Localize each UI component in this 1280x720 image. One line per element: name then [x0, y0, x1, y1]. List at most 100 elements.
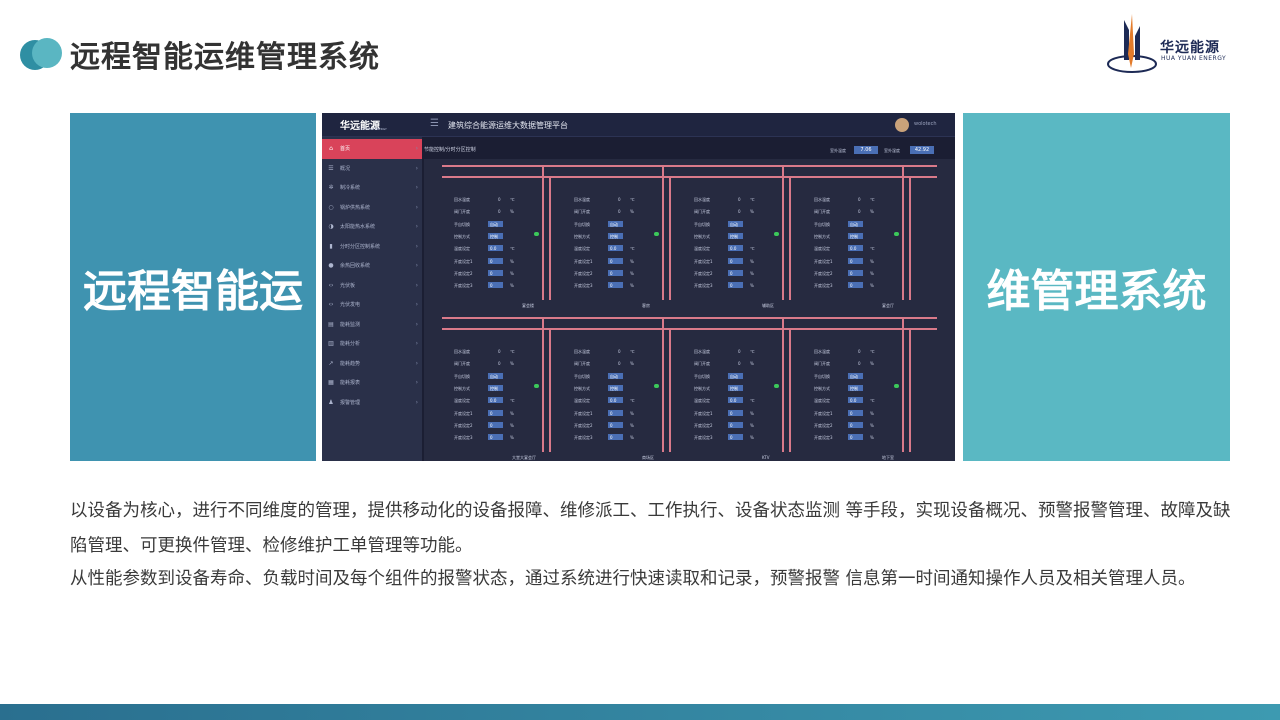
breadcrumb: 节能控制/分时分区控制 [424, 147, 476, 153]
sidebar-item[interactable]: ● 余热回收系统 › [322, 256, 422, 276]
indicator-value: 42.92 [910, 146, 934, 154]
chevron-right-icon: › [415, 281, 418, 289]
avatar[interactable] [895, 118, 909, 132]
sidebar-item[interactable]: ✲ 制冷系统 › [322, 178, 422, 198]
parameter-value: 0 [498, 361, 501, 367]
parameter-unit: ℃ [750, 349, 755, 354]
sidebar-item[interactable]: ☰ 概况 › [322, 159, 422, 179]
parameter-unit: ℃ [750, 197, 755, 202]
platform-brand-sub: HUA YUAN ENERGY [358, 127, 387, 131]
chevron-right-icon: › [415, 301, 418, 309]
sidebar-item[interactable]: ○ 锅炉供热系统 › [322, 198, 422, 218]
parameter-label: 开度设定1 [574, 258, 593, 264]
parameter-value: 自动 [730, 221, 738, 227]
sidebar-item[interactable]: ▥ 能耗分析 › [322, 334, 422, 354]
valve-icon [654, 232, 659, 236]
parameter-unit: % [750, 209, 754, 215]
parameter-label: 开度设定2 [574, 270, 593, 276]
zone-label: 商场区 [642, 455, 654, 460]
parameter-value: 自动 [850, 373, 858, 379]
left-panel-text: 远程智能运 [83, 266, 303, 317]
parameter-label: 阀门开度 [454, 361, 470, 367]
indicator-value: 7.06 [854, 146, 878, 154]
parameter-value: 0 [490, 435, 493, 441]
parameter-label: 开度设定1 [814, 410, 833, 416]
branch-pipe [669, 176, 671, 300]
parameter-label: 阀门开度 [694, 361, 710, 367]
book-icon: ▤ [328, 320, 334, 328]
sidebar-item[interactable]: ♟ 报警管理 › [322, 393, 422, 413]
parameter-unit: ℃ [630, 349, 635, 354]
branch-pipe [909, 176, 911, 300]
parameter-unit: % [750, 422, 754, 428]
parameter-label: 开度设定2 [574, 422, 593, 428]
parameter-value: 0.0 [730, 398, 737, 404]
gear-icon: ✲ [328, 184, 334, 192]
parameter-value: 0 [730, 410, 733, 416]
parameter-unit: ℃ [750, 246, 755, 252]
parameter-unit: % [510, 435, 514, 441]
hamburger-icon[interactable]: ☰ [430, 118, 439, 129]
parameter-label: 开度设定2 [454, 422, 473, 428]
parameter-value: 控制 [850, 233, 858, 239]
parameter-label: 开度设定3 [454, 283, 473, 289]
parameter-value: 0 [610, 422, 613, 428]
sidebar-item[interactable]: ▤ 能耗监测 › [322, 315, 422, 335]
parameter-value: 0 [858, 361, 861, 367]
parameter-value: 0.0 [610, 398, 617, 404]
username[interactable]: wolotech [914, 121, 937, 127]
sidebar-item[interactable]: ◑ 太阳能热水系统 › [322, 217, 422, 237]
sidebar-item[interactable]: ‹› 光伏发电 › [322, 295, 422, 315]
branch-pipe [789, 176, 791, 300]
parameter-unit: ℃ [870, 398, 875, 404]
sidebar-item[interactable]: ▦ 能耗报表 › [322, 373, 422, 393]
indicator-label: 室外温度 [830, 148, 846, 153]
parameter-label: 回水温度 [574, 197, 590, 202]
parameter-label: 控制方式 [454, 385, 470, 391]
title-bullet-icon [20, 38, 62, 72]
chevron-right-icon: › [415, 359, 418, 367]
parameter-value: 自动 [850, 221, 858, 227]
parameter-value: 控制 [730, 385, 738, 391]
parameter-label: 控制方式 [694, 385, 710, 391]
parameter-value: 0.0 [850, 246, 857, 252]
parameter-label: 阀门开度 [814, 361, 830, 367]
parameter-value: 0 [850, 258, 853, 264]
branch-pipe [542, 165, 544, 300]
parameter-unit: % [630, 270, 634, 276]
sidebar-item[interactable]: ⌂ 首页 › [322, 139, 422, 159]
control-diagram: 回水温度 0 ℃ 阀门开度 0% 手自切换 自动 控制方式 控制 温度设定 0.0 ℃ 开度设定1 0% 开… [424, 159, 955, 461]
zone-label: 宴会楼 [522, 303, 534, 308]
parameter-value: 0 [850, 422, 853, 428]
zone-label: 辅助区 [762, 303, 774, 308]
parameter-value: 0 [850, 270, 853, 276]
parameter-value: 0 [618, 349, 621, 354]
sidebar-item[interactable]: ‹› 光伏板 › [322, 276, 422, 296]
zone-label: 客房 [642, 303, 650, 308]
parameter-value: 0 [490, 270, 493, 276]
sidebar-item[interactable]: ↗ 能耗趋势 › [322, 354, 422, 374]
parameter-unit: % [750, 270, 754, 276]
parameter-unit: % [510, 270, 514, 276]
parameter-unit: % [870, 283, 874, 289]
code-icon: ‹› [328, 281, 334, 289]
parameter-unit: % [630, 410, 634, 416]
parameter-label: 手自切换 [814, 221, 830, 227]
branch-pipe [909, 328, 911, 452]
branch-pipe [549, 328, 551, 452]
parameter-value: 0 [610, 258, 613, 264]
left-title-panel: 远程智能运 [70, 113, 316, 461]
parameter-label: 开度设定2 [454, 270, 473, 276]
parameter-value: 0 [610, 283, 613, 289]
parameter-value: 0 [858, 197, 861, 202]
branch-pipe [549, 176, 551, 300]
parameter-label: 温度设定 [454, 398, 470, 404]
sidebar-item[interactable]: ▮ 分时分区控制系统 › [322, 237, 422, 257]
parameter-label: 开度设定2 [694, 270, 713, 276]
branch-pipe [662, 165, 664, 300]
zone-label: 宴会厅 [882, 303, 894, 308]
parameter-label: 手自切换 [694, 221, 710, 227]
parameter-label: 控制方式 [574, 233, 590, 239]
parameter-unit: % [510, 422, 514, 428]
parameter-label: 回水温度 [454, 197, 470, 202]
